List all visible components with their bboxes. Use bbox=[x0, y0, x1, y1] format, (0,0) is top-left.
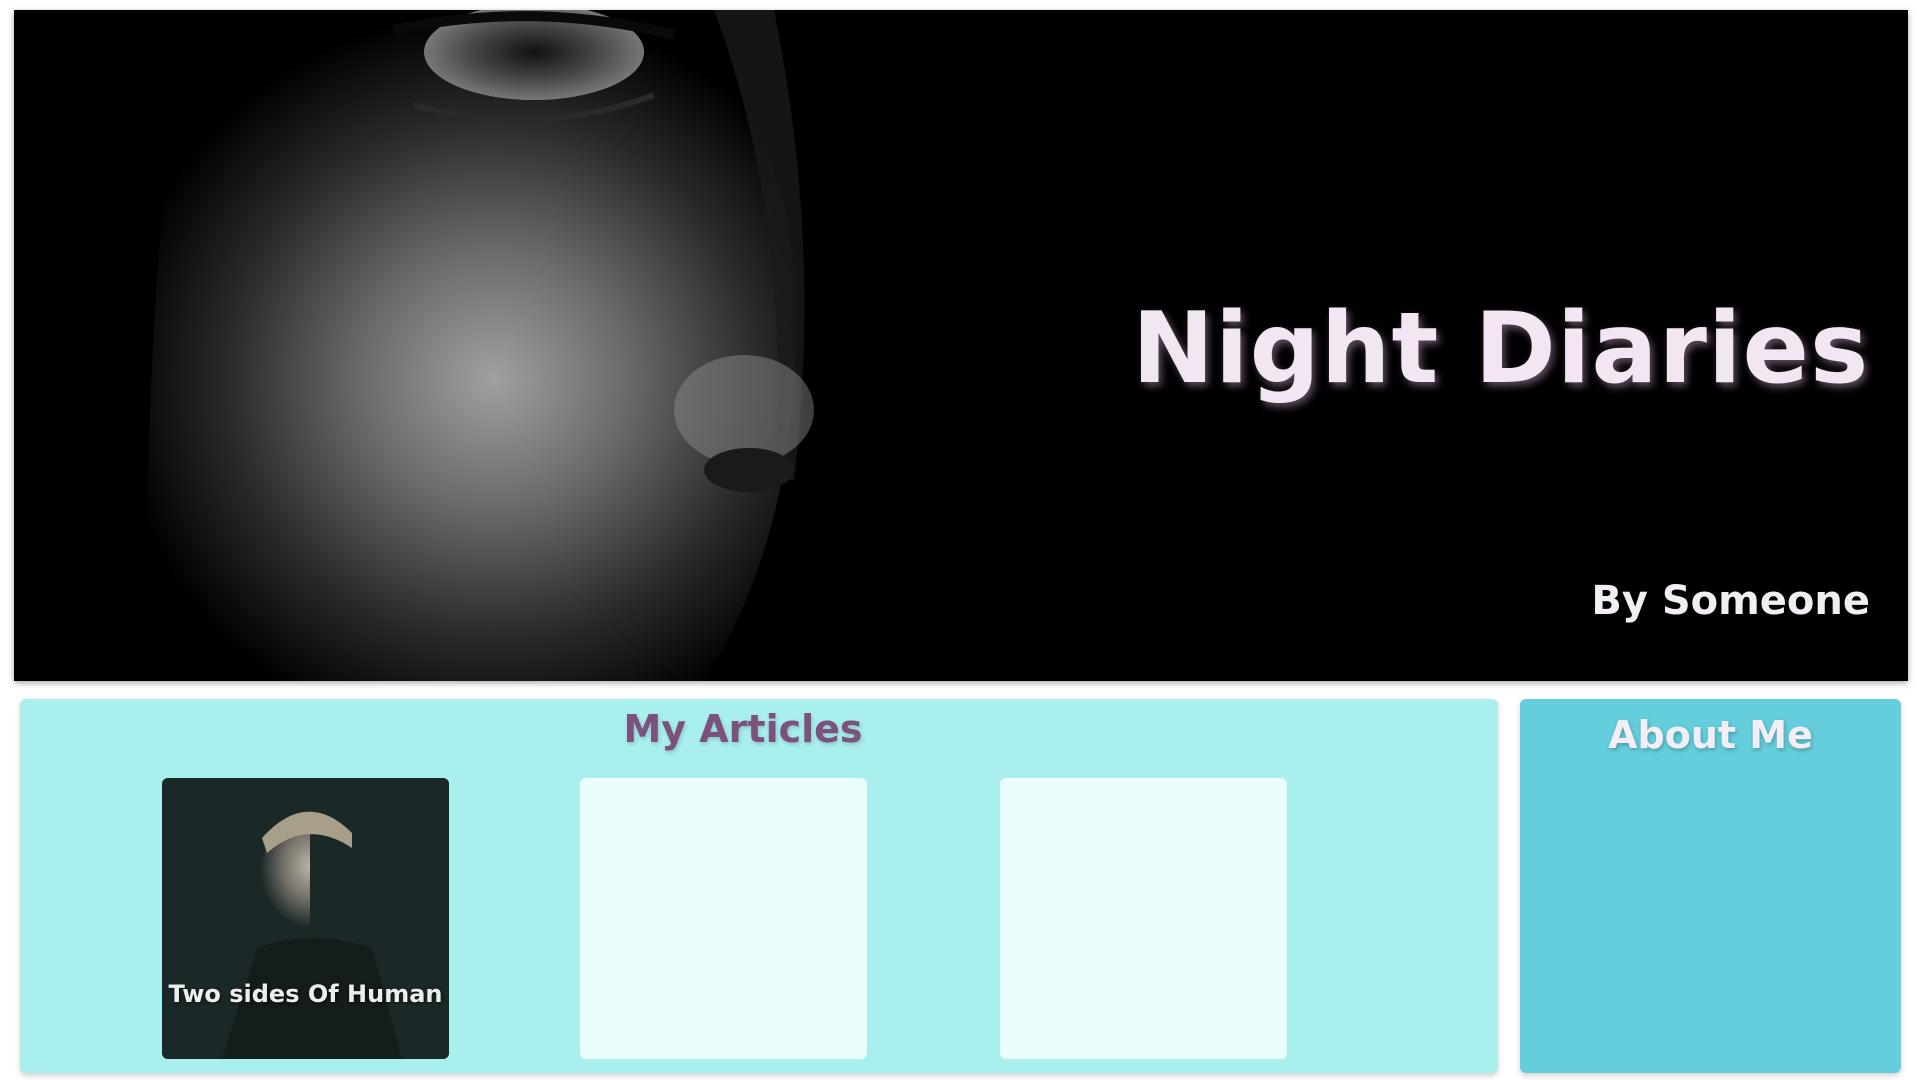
hero-banner: Night Diaries By Someone bbox=[14, 10, 1908, 681]
site-title: Night Diaries bbox=[1132, 292, 1870, 406]
articles-heading: My Articles bbox=[623, 707, 863, 751]
articles-section: My Articles Two sides Of Human bbox=[20, 699, 1498, 1073]
article-card-empty[interactable] bbox=[1000, 778, 1287, 1059]
article-card-two-sides-of-human[interactable]: Two sides Of Human bbox=[162, 778, 449, 1059]
site-author: By Someone bbox=[1591, 578, 1870, 624]
about-section: About Me bbox=[1520, 699, 1901, 1073]
article-card-caption: Two sides Of Human bbox=[168, 980, 443, 1008]
about-heading: About Me bbox=[1608, 713, 1813, 757]
article-card-empty[interactable] bbox=[580, 778, 867, 1059]
article-thumbnail-image bbox=[162, 778, 449, 1059]
